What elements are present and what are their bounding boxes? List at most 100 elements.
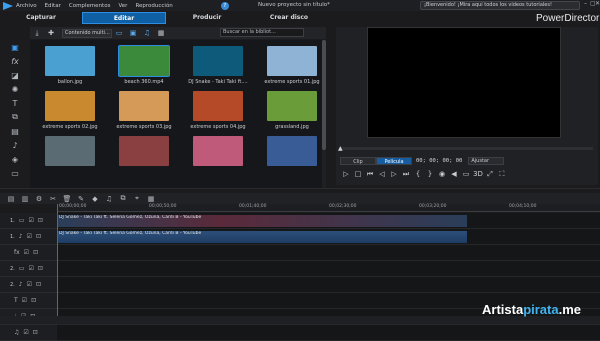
media-thumbnail[interactable]: [119, 91, 169, 121]
pip-room-icon[interactable]: ◪: [0, 68, 30, 82]
volume-icon[interactable]: ◀: [448, 169, 460, 179]
track-header-fx[interactable]: fx ☑ ⊡: [0, 245, 57, 261]
keyframe-icon[interactable]: ◆: [88, 195, 102, 203]
track-body-audio[interactable]: DJ Snake - Taki Taki ft. Selena Gomez, O…: [57, 229, 600, 245]
media-tile[interactable]: grassland.jpg: [258, 91, 326, 130]
undock-icon[interactable]: ⤢: [484, 169, 496, 179]
tab-crear-disco[interactable]: Crear disco: [248, 12, 330, 24]
menu-archivo[interactable]: Archivo: [16, 3, 37, 9]
track-header-video[interactable]: 2. ▭ ☑ ⊡: [0, 261, 57, 277]
track-body-video[interactable]: DJ Snake - Taki Taki ft. Selena Gomez, O…: [57, 213, 600, 229]
image-filter-icon[interactable]: ▣: [126, 28, 140, 38]
motion-track-icon[interactable]: ⌖: [130, 194, 144, 203]
media-thumbnail[interactable]: [267, 46, 317, 76]
tab-capturar[interactable]: Capturar: [0, 12, 82, 24]
stop-icon[interactable]: □: [352, 169, 364, 179]
media-thumbnail[interactable]: [267, 136, 317, 166]
title-room-icon[interactable]: T: [0, 96, 30, 110]
menu-reproduccion[interactable]: Reproducción: [135, 3, 172, 9]
scrubber-handle-icon[interactable]: ▲: [338, 145, 343, 152]
library-scrollbar[interactable]: [322, 40, 326, 188]
lock-icon[interactable]: ⊡: [36, 233, 41, 240]
play-icon[interactable]: ▷: [340, 169, 352, 179]
audio-mixing-icon[interactable]: ▤: [0, 124, 30, 138]
layout-icon[interactable]: ▦: [144, 195, 158, 203]
transition-icon[interactable]: ⧉: [116, 194, 130, 203]
media-tile[interactable]: [258, 136, 326, 169]
mark-out-icon[interactable]: }: [424, 169, 436, 179]
media-tile[interactable]: beach 360.mp4: [110, 45, 178, 85]
tab-producir[interactable]: Producir: [166, 12, 248, 24]
media-tile[interactable]: extreme sports 01.jpg: [258, 46, 326, 85]
delete-icon[interactable]: 🗑: [60, 195, 74, 203]
lock-icon[interactable]: ⊡: [38, 217, 43, 224]
track-enable-checkbox[interactable]: ☑: [28, 265, 33, 272]
media-filter-dropdown[interactable]: Contenido multi...: [62, 28, 112, 38]
minimize-button[interactable]: –: [584, 0, 587, 7]
transition-room-icon[interactable]: ⧉: [0, 110, 30, 124]
snapshot-icon[interactable]: ◉: [436, 169, 448, 179]
voice-over-icon[interactable]: ♪: [0, 138, 30, 152]
menu-editar[interactable]: Editar: [45, 3, 61, 9]
track-body-video[interactable]: [57, 261, 600, 277]
track-header-audio[interactable]: 1. ♪ ☑ ⊡: [0, 229, 57, 245]
track-enable-checkbox[interactable]: ☑: [22, 297, 27, 304]
media-tile[interactable]: [110, 136, 178, 169]
media-tile[interactable]: [184, 136, 252, 169]
fx-room-icon[interactable]: fx: [0, 54, 30, 68]
split-icon[interactable]: ✂: [46, 195, 60, 203]
plugin-icon[interactable]: ✚: [44, 28, 58, 38]
media-thumbnail[interactable]: [193, 136, 243, 166]
media-thumbnail[interactable]: [267, 91, 317, 121]
lock-icon[interactable]: ⊡: [38, 265, 43, 272]
import-icon[interactable]: ⤓: [30, 28, 44, 38]
chapter-room-icon[interactable]: ◈: [0, 152, 30, 166]
audio-clip[interactable]: DJ Snake - Taki Taki ft. Selena Gomez, O…: [57, 231, 467, 243]
clip-mode-button[interactable]: Clip: [340, 157, 376, 165]
media-tile[interactable]: extreme sports 04.jpg: [184, 91, 252, 130]
track-body-fx[interactable]: [57, 245, 600, 261]
library-search-input[interactable]: Buscar en la bibliot...: [220, 28, 304, 37]
media-thumbnail[interactable]: [193, 46, 243, 76]
media-thumbnail[interactable]: [45, 136, 95, 166]
timeline-view-icon[interactable]: ▤: [4, 195, 18, 203]
media-tile[interactable]: extreme sports 02.jpg: [36, 91, 104, 130]
media-thumbnail[interactable]: [193, 91, 243, 121]
media-tile[interactable]: extreme sports 03.jpg: [110, 91, 178, 130]
audio-filter-icon[interactable]: ♫: [140, 28, 154, 38]
track-enable-checkbox[interactable]: ☑: [23, 329, 28, 336]
close-button[interactable]: ✕: [595, 0, 600, 7]
track-header-audio[interactable]: 2. ♪ ☑ ⊡: [0, 277, 57, 293]
playhead[interactable]: [57, 204, 58, 316]
welcome-banner[interactable]: ¡Bienvenido! ¡Mira aquí todos los vídeos…: [420, 1, 580, 10]
help-icon[interactable]: ?: [220, 1, 229, 10]
media-thumbnail[interactable]: [45, 46, 95, 76]
track-header-video[interactable]: 1. ▭ ☑ ⊡: [0, 213, 57, 229]
zoom-fit-dropdown[interactable]: Ajustar: [468, 157, 505, 165]
track-enable-checkbox[interactable]: ☑: [28, 217, 33, 224]
rewind-icon[interactable]: ◁: [376, 169, 388, 179]
forward-icon[interactable]: ▷: [388, 169, 400, 179]
audio-editor-icon[interactable]: ♫: [102, 195, 116, 203]
subtitle-room-icon[interactable]: ▭: [0, 166, 30, 180]
media-tile[interactable]: [36, 136, 104, 169]
grid-view-icon[interactable]: ▦: [154, 28, 168, 38]
fix-enhance-icon[interactable]: ✎: [74, 195, 88, 203]
storyboard-view-icon[interactable]: ▥: [18, 195, 32, 203]
video-filter-icon[interactable]: ▭: [112, 28, 126, 38]
particle-room-icon[interactable]: ✺: [0, 82, 30, 96]
track-body-music[interactable]: [57, 325, 600, 341]
media-room-icon[interactable]: ▣: [0, 40, 30, 54]
lock-icon[interactable]: ⊡: [31, 297, 36, 304]
track-enable-checkbox[interactable]: ☑: [27, 281, 32, 288]
track-enable-checkbox[interactable]: ☑: [24, 249, 29, 256]
zoom-bar[interactable]: [0, 316, 600, 324]
lock-icon[interactable]: ⊡: [33, 249, 38, 256]
next-frame-icon[interactable]: ⏭: [400, 169, 412, 179]
media-thumbnail[interactable]: [45, 91, 95, 121]
fullscreen-icon[interactable]: ⛶: [496, 169, 508, 179]
tab-editar[interactable]: Editar: [82, 12, 166, 24]
lock-icon[interactable]: ⊡: [33, 329, 38, 336]
display-settings-icon[interactable]: ▭: [460, 169, 472, 179]
threed-toggle[interactable]: 3D: [472, 169, 484, 179]
